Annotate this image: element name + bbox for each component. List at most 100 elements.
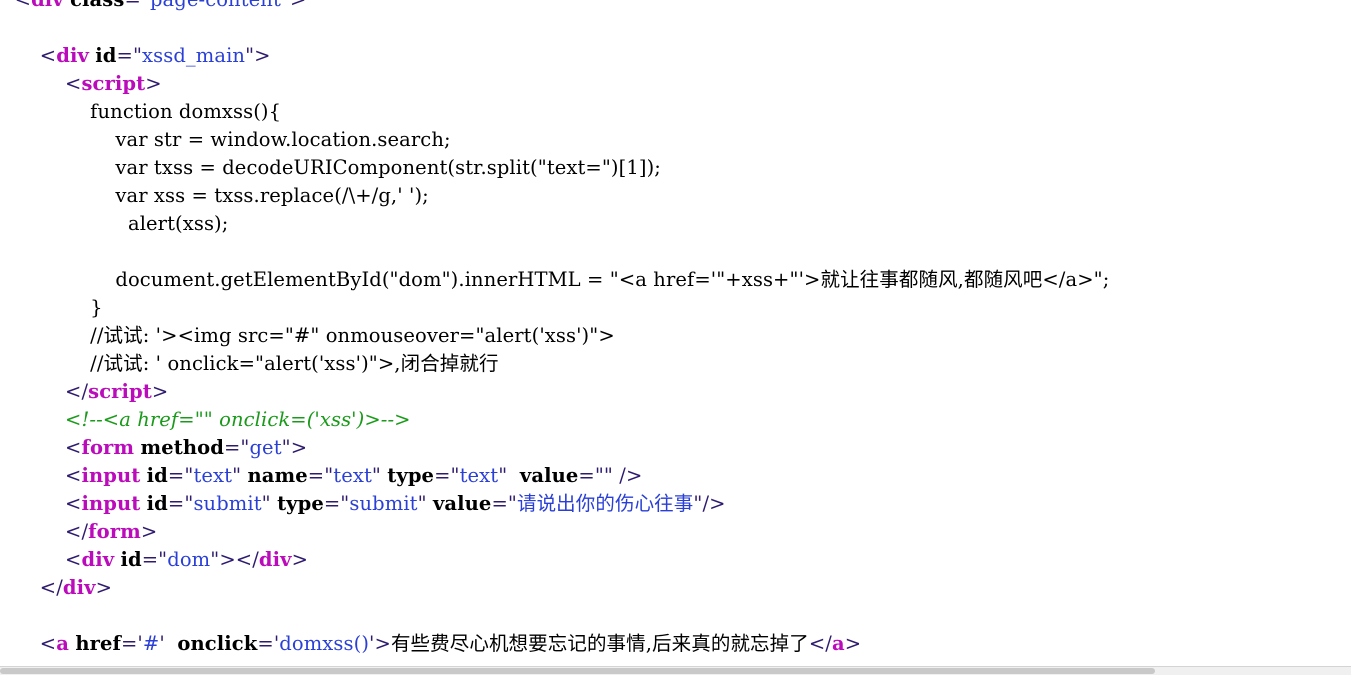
close-angle-bracket: > [219,548,236,571]
code-line-script-comment: //试试: ' onclick="alert('xss')">,闭合掉就行 [2,352,499,375]
tag-name-div: div [31,0,64,11]
html-comment: <!--<a href="" onclick=('xss')>--> [65,408,411,431]
tag-name-div: div [81,548,115,571]
tag-name-div: div [258,548,292,571]
attribute-name-class: class [70,0,124,11]
horizontal-scrollbar-thumb[interactable] [0,668,1155,674]
tag-name-input: input [81,492,141,515]
open-angle-bracket: < [65,72,82,95]
source-code-block[interactable]: <div class="page-content"> <div id="xssd… [2,0,1351,658]
equals-sign: = [223,436,241,459]
attribute-value: dom [167,548,211,571]
open-angle-bracket: </ [65,380,89,403]
open-angle-bracket: </ [39,576,63,599]
horizontal-scrollbar[interactable] [0,666,1351,675]
tag-name-form: form [88,520,141,543]
code-line-script-body: alert(xss); [2,212,229,235]
view-source-pane[interactable]: <div class="page-content"> <div id="xssd… [0,0,1351,667]
close-angle-bracket: > [140,520,158,543]
code-line: </form> [2,520,157,543]
tag-name-a: a [831,632,845,655]
open-angle-bracket: < [65,464,82,487]
open-angle-bracket: < [39,44,57,67]
close-angle-bracket: > [290,0,306,11]
open-angle-bracket: < [65,492,82,515]
open-angle-bracket-closing: </ [808,632,832,655]
attribute-name-onclick: onclick [177,632,258,655]
code-line-script-comment: //试试: '><img src="#" onmouseover="alert(… [2,324,615,347]
code-line-script-body: var txss = decodeURIComponent(str.split(… [2,156,661,179]
attribute-name-name: name [247,464,308,487]
quote-open: " [132,44,143,67]
close-angle-bracket: > [151,380,169,403]
attribute-name-method: method [140,436,224,459]
attribute-name-type: type [277,492,324,515]
code-line: <a href='#' onclick='domxss()'>有些费尽心机想要忘… [2,632,861,655]
attribute-value: submit [349,492,418,515]
attribute-value: text [459,464,499,487]
code-line: <form method="get"> [2,436,307,459]
quote-close: " [281,0,290,11]
quote-open: " [141,0,150,11]
code-line-script-body: } [2,296,103,319]
attribute-name-id: id [95,44,117,67]
attribute-name-value: value [432,492,492,515]
tag-name-script: script [81,72,146,95]
close-angle-bracket: > [145,72,162,95]
quote-close: " [281,436,291,459]
attribute-name-type: type [387,464,435,487]
code-line: </script> [2,380,168,403]
attribute-value: text [193,464,233,487]
equals-sign: = [124,0,140,11]
close-angle-bracket: > [844,632,862,655]
tag-name-div: div [62,576,96,599]
tag-name-form: form [81,436,135,459]
attribute-value: text [333,464,372,487]
open-angle-bracket: < [65,436,82,459]
attribute-value: page-content [150,0,281,11]
open-angle-bracket: </ [65,520,89,543]
code-line: <div id="xssd_main"> [2,44,271,67]
attribute-value: xssd_main [142,44,246,67]
attribute-name-href: href [75,632,121,655]
equals-sign: = [116,44,133,67]
attribute-name-id: id [146,492,168,515]
code-line-script-body: var str = window.location.search; [2,128,451,151]
code-line: <div class="page-content"> [2,0,307,11]
attribute-value-submit-label: 请说出你的伤心往事 [516,492,694,515]
close-angle-bracket: > [291,548,309,571]
attribute-name-value: value [519,464,579,487]
attribute-name-id: id [120,548,142,571]
anchor-text: 有些费尽心机想要忘记的事情,后来真的就忘掉了 [390,632,809,655]
code-line-script-body: document.getElementById("dom").innerHTML… [2,268,1110,291]
attribute-value-handler: domxss() [279,632,370,655]
self-closing-bracket: /> [702,492,726,515]
close-angle-bracket: > [290,436,308,459]
code-line: <input id="submit" type="submit" value="… [2,492,726,515]
tag-name-input: input [81,464,141,487]
tag-name-div: div [56,44,89,67]
attribute-value: submit [193,492,262,515]
attribute-name-id: id [146,464,168,487]
tag-name-script: script [88,380,152,403]
attribute-value: # [142,632,160,655]
code-line: <input id="text" name="text" type="text"… [2,464,642,487]
code-line: <script> [2,72,162,95]
close-angle-bracket: > [374,632,391,655]
open-angle-bracket-closing: </ [235,548,259,571]
quote-close: " [245,44,255,67]
open-angle-bracket: < [65,548,82,571]
self-closing-bracket: /> [619,464,643,487]
attribute-value: get [249,436,282,459]
open-angle-bracket: < [15,0,31,11]
